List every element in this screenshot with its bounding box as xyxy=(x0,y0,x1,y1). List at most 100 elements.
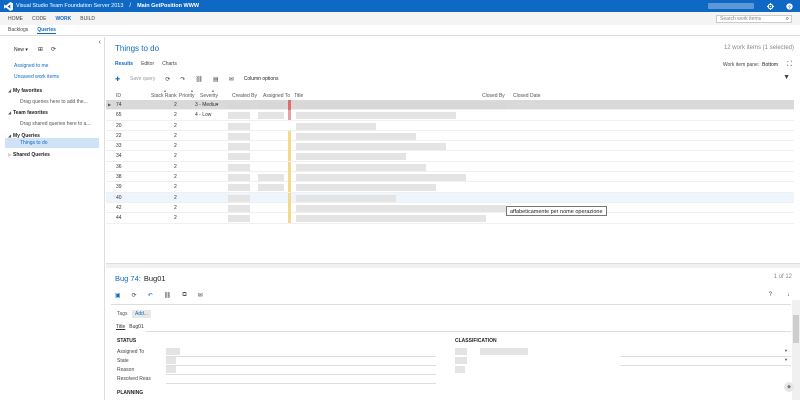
nav-work[interactable]: WORK xyxy=(55,16,71,22)
open-in-excel-icon[interactable]: ▤ xyxy=(213,76,219,83)
area-path-blurred[interactable] xyxy=(455,348,467,355)
link-icon[interactable]: ⛓ xyxy=(195,76,203,83)
assigned-to-value-blurred[interactable] xyxy=(166,348,180,355)
refresh-icon[interactable]: ⟳ xyxy=(132,292,137,299)
table-row[interactable]: 42 2 xyxy=(106,202,794,214)
col-severity[interactable]: Severity xyxy=(200,93,218,99)
copy-icon[interactable]: ⧉ xyxy=(182,292,186,299)
col-priority[interactable]: Priority xyxy=(179,93,195,99)
table-row[interactable]: 36 2 xyxy=(106,161,794,173)
add-folder-icon[interactable]: ⊞ xyxy=(38,46,43,53)
link-icon[interactable]: ⛓ xyxy=(164,292,172,299)
visual-studio-logo-icon[interactable] xyxy=(3,1,13,11)
table-row[interactable]: ▶ 74 2 3 - Mediu▾ xyxy=(106,100,794,111)
new-work-item-icon[interactable]: ✚ xyxy=(115,76,120,83)
col-assigned-to[interactable]: Assigned To xyxy=(263,93,290,99)
collapse-sidebar-icon[interactable]: ‹ xyxy=(99,39,101,46)
state-value-blurred[interactable] xyxy=(166,357,176,364)
new-query-button[interactable]: New ▾ xyxy=(14,47,28,53)
undo-icon[interactable]: ↶ xyxy=(148,292,153,299)
search-input[interactable]: Search work items ⌕ xyxy=(716,15,792,23)
col-created-by[interactable]: Created By xyxy=(232,93,257,99)
undo-icon[interactable]: ↷ xyxy=(180,76,185,83)
work-item-title: Bug 74: Bug01 xyxy=(115,274,166,283)
cell-id: 39 xyxy=(116,184,122,191)
iteration-value-blurred[interactable] xyxy=(455,366,465,373)
group-shared-queries[interactable]: ▷ Shared Queries xyxy=(8,152,50,158)
tab-editor[interactable]: Editor xyxy=(141,61,154,67)
table-row[interactable]: 39 2 xyxy=(106,182,794,193)
nav-code[interactable]: CODE xyxy=(32,16,46,22)
col-title[interactable]: Title xyxy=(294,93,303,99)
app-title[interactable]: Visual Studio Team Foundation Server 201… xyxy=(16,3,123,9)
save-icon[interactable]: ▣ xyxy=(115,292,121,299)
cell-severity[interactable]: 3 - Mediu▾ xyxy=(195,102,218,108)
filter-icon[interactable]: ▼ xyxy=(783,74,790,81)
column-options-button[interactable]: Column options xyxy=(244,76,279,82)
scrollbar-thumb[interactable] xyxy=(793,315,799,343)
cell-id: 44 xyxy=(116,215,122,222)
col-closed-date[interactable]: Closed Date xyxy=(513,93,541,99)
work-item-pane-selector[interactable]: Work item pane: Bottom xyxy=(723,62,778,68)
link-unsaved-work-items[interactable]: Unsaved work items xyxy=(14,74,59,80)
tab-backlogs[interactable]: Backlogs xyxy=(8,27,28,33)
form-toolbar: ▣ ⟳ ↶ ⛓ ⧉ ✉ xyxy=(115,292,214,299)
project-name[interactable]: Main GetPosition WWW xyxy=(137,3,199,9)
form-divider xyxy=(111,304,791,305)
link-assigned-to-me[interactable]: Assigned to me xyxy=(14,63,48,69)
work-item-type-id[interactable]: Bug 74: xyxy=(115,274,141,283)
area-path-value-blurred[interactable] xyxy=(480,348,528,355)
table-row[interactable]: 40 2 xyxy=(106,192,794,203)
title-value[interactable]: Bug01 xyxy=(129,324,143,330)
download-icon[interactable]: ↓ xyxy=(787,292,790,298)
tab-charts[interactable]: Charts xyxy=(162,61,177,67)
cell-priority: 2 xyxy=(174,174,177,181)
navigation-diamond-icon[interactable]: ◆ xyxy=(784,382,794,392)
table-row[interactable]: 33 2 xyxy=(106,141,794,152)
settings-gear-icon[interactable] xyxy=(766,2,774,10)
group-my-favorites[interactable]: ◢ My favorites xyxy=(8,88,42,94)
table-row[interactable]: 22 2 xyxy=(106,130,794,142)
item-position: 1 of 12 xyxy=(773,274,792,280)
group-team-favorites[interactable]: ◢ Team favorites xyxy=(8,110,48,116)
nav-build[interactable]: BUILD xyxy=(80,16,95,22)
help-icon[interactable]: ? xyxy=(769,292,772,298)
col-stack-rank[interactable]: Stack Rank xyxy=(151,93,177,99)
refresh-icon[interactable]: ⟳ xyxy=(51,46,56,53)
add-tag-button[interactable]: Add... xyxy=(132,310,152,318)
sub-nav: Backlogs Queries xyxy=(0,25,800,36)
reason-value-blurred[interactable] xyxy=(166,366,176,373)
pane-value: Bottom xyxy=(762,62,778,68)
user-name-blurred[interactable] xyxy=(708,3,754,9)
cell-priority: 2 xyxy=(174,132,177,139)
chevron-down-icon[interactable]: ▼ xyxy=(784,357,788,362)
iteration-blurred[interactable] xyxy=(455,357,467,364)
tab-results[interactable]: Results xyxy=(115,61,133,67)
table-row[interactable]: 38 2 xyxy=(106,172,794,183)
table-row[interactable]: 44 2 xyxy=(106,213,794,224)
selected-row-marker-icon: ▶ xyxy=(108,102,112,107)
help-icon[interactable]: ? xyxy=(785,2,793,10)
new-label: New xyxy=(14,46,25,53)
cell-priority: 2 xyxy=(174,153,177,160)
cell-priority: 2 xyxy=(174,163,177,170)
title-field: Title Bug01 xyxy=(116,324,144,330)
col-closed-by[interactable]: Closed By xyxy=(482,93,505,99)
fullscreen-icon[interactable]: ⛶ xyxy=(787,61,792,69)
table-row[interactable]: 65 2 4 - Low xyxy=(106,110,794,121)
table-row[interactable]: 34 2 xyxy=(106,151,794,162)
col-id[interactable]: ID xyxy=(116,93,121,99)
email-icon[interactable]: ✉ xyxy=(198,292,203,299)
query-things-to-do[interactable]: Things to do xyxy=(5,138,99,148)
tab-queries[interactable]: Queries xyxy=(37,27,56,34)
title-color-stripe xyxy=(288,100,291,110)
cell-id: 22 xyxy=(116,132,122,139)
search-icon[interactable]: ⌕ xyxy=(786,16,789,22)
chevron-down-icon[interactable]: ▼ xyxy=(784,348,788,353)
email-icon[interactable]: ✉ xyxy=(229,76,234,83)
refresh-icon[interactable]: ⟳ xyxy=(165,76,170,83)
nav-home[interactable]: HOME xyxy=(8,16,23,22)
cell-id: 42 xyxy=(116,204,122,211)
save-query-button[interactable]: Save query xyxy=(130,76,155,82)
table-row[interactable]: 20 2 xyxy=(106,121,794,131)
